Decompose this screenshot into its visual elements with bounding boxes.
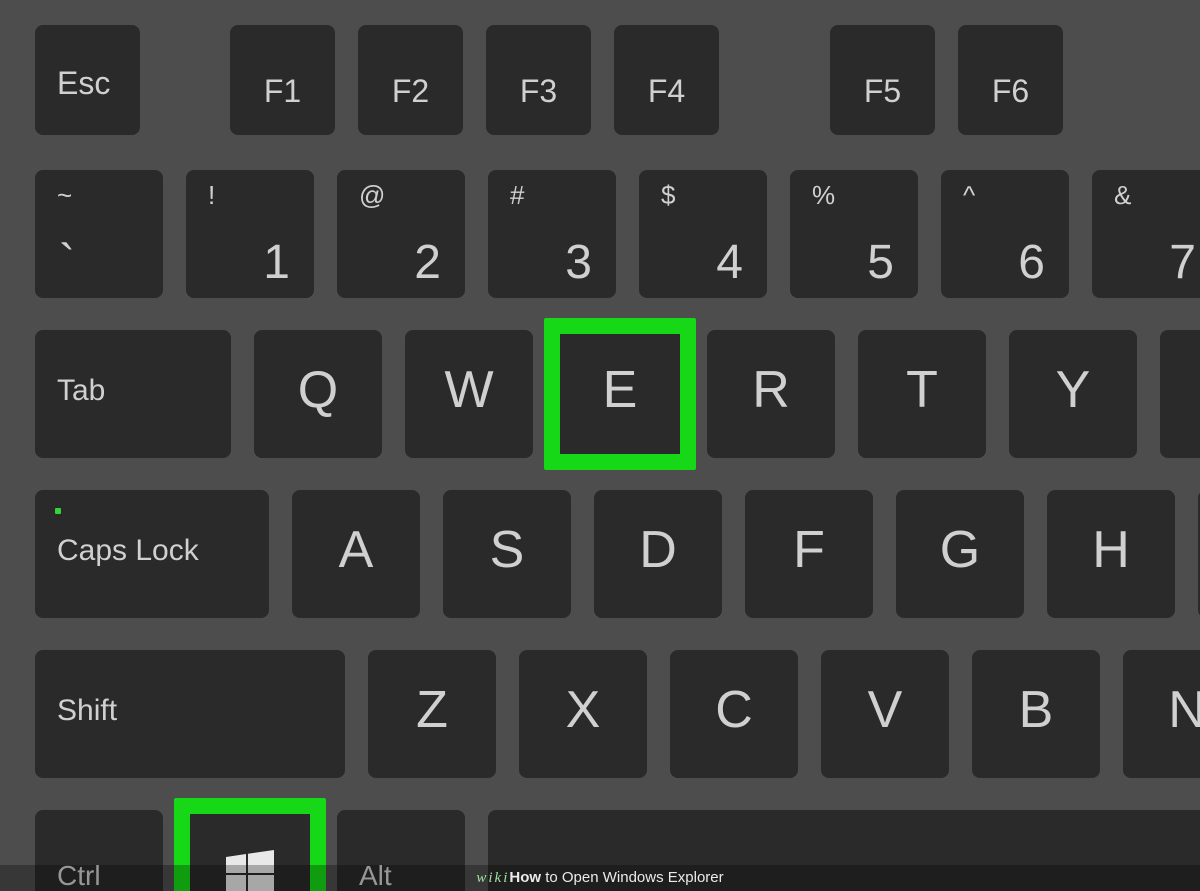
key-5[interactable]: %5 xyxy=(790,170,918,298)
highlight-e-key xyxy=(544,318,696,470)
key-w[interactable]: W xyxy=(405,330,533,458)
caption-bar: wikiHow to Open Windows Explorer xyxy=(0,865,1200,891)
key-3[interactable]: #3 xyxy=(488,170,616,298)
key-x[interactable]: X xyxy=(519,650,647,778)
key-shift[interactable]: Shift xyxy=(35,650,345,778)
key-r[interactable]: R xyxy=(707,330,835,458)
key-capslock[interactable]: Caps Lock xyxy=(35,490,269,618)
key-f2[interactable]: F2 xyxy=(358,25,463,135)
key-4[interactable]: $4 xyxy=(639,170,767,298)
key-q[interactable]: Q xyxy=(254,330,382,458)
key-g[interactable]: G xyxy=(896,490,1024,618)
key-d[interactable]: D xyxy=(594,490,722,618)
key-t[interactable]: T xyxy=(858,330,986,458)
key-f[interactable]: F xyxy=(745,490,873,618)
keyboard-diagram: Esc F1 F2 F3 F4 F5 F6 ~` !1 @2 #3 $4 %5 … xyxy=(0,0,1200,891)
key-c[interactable]: C xyxy=(670,650,798,778)
capslock-led-icon xyxy=(55,508,61,514)
key-f5[interactable]: F5 xyxy=(830,25,935,135)
key-tab[interactable]: Tab xyxy=(35,330,231,458)
key-z[interactable]: Z xyxy=(368,650,496,778)
key-6[interactable]: ^6 xyxy=(941,170,1069,298)
key-f3[interactable]: F3 xyxy=(486,25,591,135)
key-2[interactable]: @2 xyxy=(337,170,465,298)
key-n[interactable]: N xyxy=(1123,650,1200,778)
key-1[interactable]: !1 xyxy=(186,170,314,298)
key-f4[interactable]: F4 xyxy=(614,25,719,135)
key-f6[interactable]: F6 xyxy=(958,25,1063,135)
key-v[interactable]: V xyxy=(821,650,949,778)
caption-text: wikiHow to Open Windows Explorer xyxy=(476,865,723,891)
key-y[interactable]: Y xyxy=(1009,330,1137,458)
key-h[interactable]: H xyxy=(1047,490,1175,618)
key-b[interactable]: B xyxy=(972,650,1100,778)
key-a[interactable]: A xyxy=(292,490,420,618)
key-u[interactable]: U xyxy=(1160,330,1200,458)
key-f1[interactable]: F1 xyxy=(230,25,335,135)
key-s[interactable]: S xyxy=(443,490,571,618)
key-esc[interactable]: Esc xyxy=(35,25,140,135)
key-7[interactable]: &7 xyxy=(1092,170,1200,298)
key-backtick[interactable]: ~` xyxy=(35,170,163,298)
